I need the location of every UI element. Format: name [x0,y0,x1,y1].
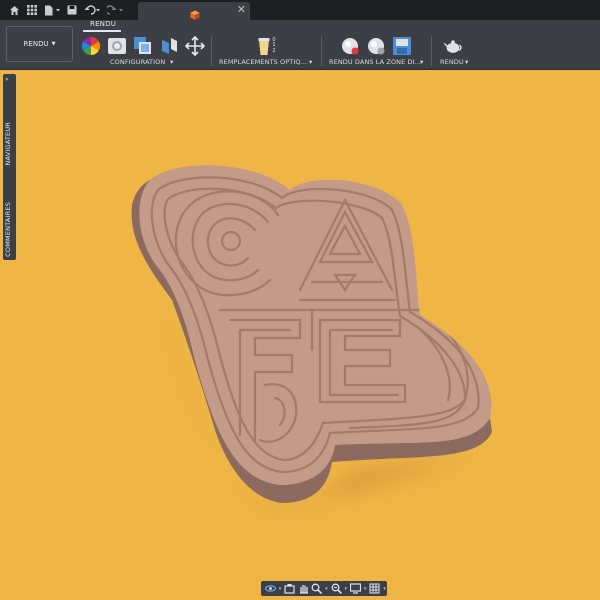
comments-panel-tab[interactable]: COMMENTAIRES [4,202,12,257]
group-divider [321,36,322,66]
undo-icon[interactable] [83,3,101,17]
scene-settings-icon[interactable] [107,36,127,56]
chevron-down-icon[interactable]: ▾ [465,58,468,66]
chevron-down-icon[interactable]: ▾ [363,586,368,592]
document-tab[interactable]: ✕ [138,2,250,20]
title-bar: ✕ [0,0,600,20]
toolbar-ribbon: RENDU RENDU ▼ CONFIGURATION ▾ 0 1 2 REMP… [0,20,600,70]
fit-icon[interactable] [330,582,343,595]
display-settings-icon[interactable] [349,582,362,595]
group-label-rendu[interactable]: RENDU [440,58,464,66]
group-label-remplacements-optiques[interactable]: REMPLACEMENTS OPTIQ... [219,58,307,66]
grid-icon[interactable] [26,3,38,17]
chevron-down-icon[interactable]: ▾ [324,586,329,592]
in-canvas-render-icon[interactable] [340,36,360,56]
grid-settings-icon[interactable] [369,582,382,595]
group-label-rendu-zone-dessin[interactable]: RENDU DANS LA ZONE DI... [329,58,421,66]
group-label-configuration[interactable]: CONFIGURATION [110,58,165,66]
save-icon[interactable] [66,3,78,17]
tab-rendu[interactable]: RENDU [90,20,116,28]
model-front-face [139,165,492,485]
chevron-down-icon: ▼ [51,41,56,47]
move-icon[interactable] [185,36,205,56]
close-tab-icon[interactable]: ✕ [237,3,246,17]
pan-icon[interactable] [297,582,310,595]
home-icon[interactable] [8,3,20,17]
teapot-render-icon[interactable] [443,36,463,56]
cafe-sign-model[interactable] [0,71,600,600]
workspace-switcher-label: RENDU [23,40,49,48]
look-at-icon[interactable] [283,582,296,595]
chevron-down-icon[interactable]: ▾ [170,58,173,66]
redo-icon[interactable] [106,3,124,17]
zoom-icon[interactable] [310,582,323,595]
active-tab-indicator [83,30,121,32]
chevron-down-icon[interactable]: ▾ [382,586,387,592]
in-canvas-render-settings-icon[interactable] [366,36,386,56]
orbit-icon[interactable] [264,582,277,595]
texture-map-icon[interactable] [133,36,153,56]
expand-panel-icon[interactable]: » [5,76,9,83]
capture-image-icon[interactable] [392,36,412,56]
group-divider [211,36,212,66]
decal-icon[interactable] [159,36,179,56]
chevron-down-icon[interactable]: ▾ [278,586,283,592]
group-divider [431,36,432,66]
navigator-panel-tab[interactable]: NAVIGATEUR [4,122,12,166]
canvas-viewport[interactable] [0,71,600,600]
navigation-bar: ▾ ▾ ▾ ▾ ▾ [261,581,387,596]
chevron-down-icon[interactable]: ▾ [420,58,423,66]
workspace-switcher-button[interactable]: RENDU ▼ [6,26,73,62]
chevron-down-icon[interactable]: ▾ [343,586,348,592]
color-wheel-icon[interactable] [81,36,101,56]
override-digit: 2 [272,47,276,54]
file-icon[interactable] [43,3,61,17]
side-panel[interactable]: » NAVIGATEUR COMMENTAIRES [3,74,16,260]
appearance-override-icon[interactable]: 0 1 2 [255,36,279,56]
chevron-down-icon[interactable]: ▾ [309,58,312,66]
